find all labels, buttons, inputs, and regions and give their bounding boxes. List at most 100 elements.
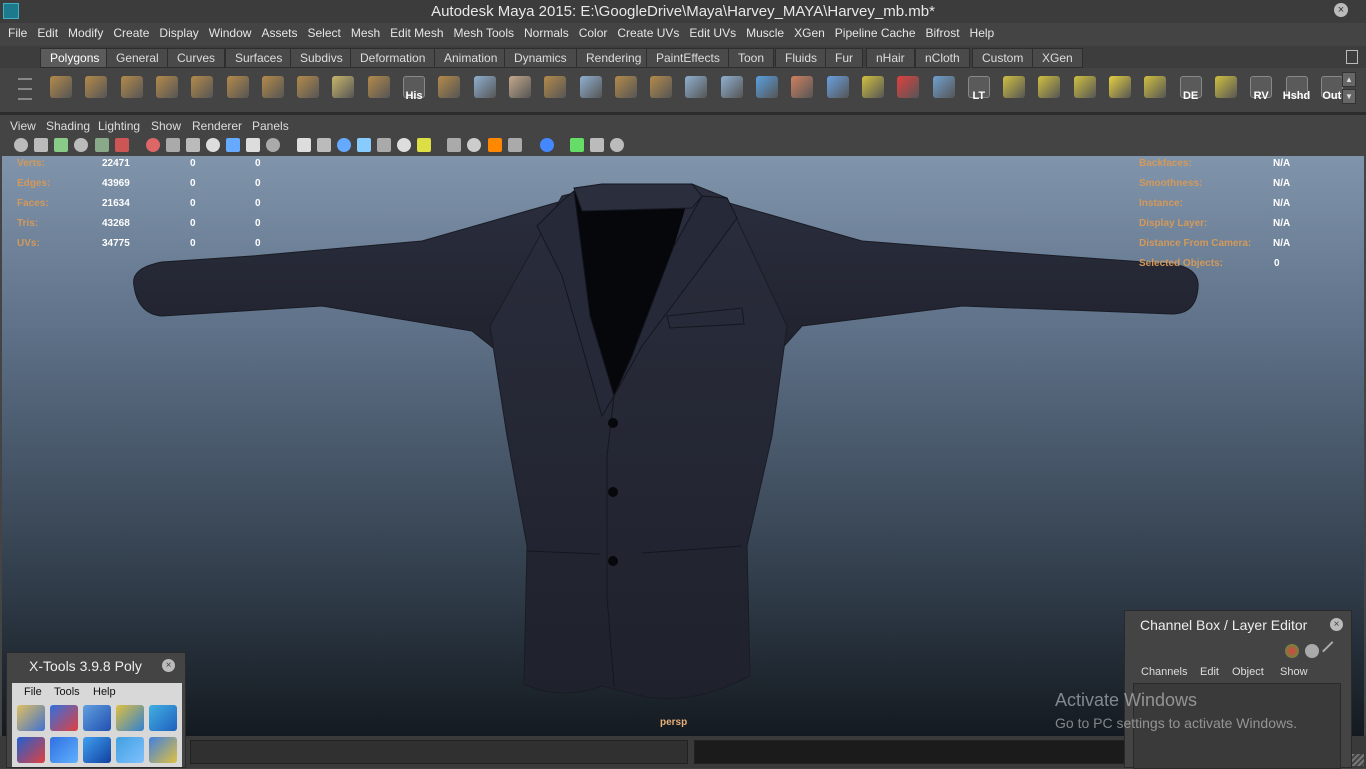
sculpt-icon[interactable] — [752, 72, 782, 102]
shelf-tab-ncloth[interactable]: nCloth — [915, 48, 970, 68]
menu-pipeline-cache[interactable]: Pipeline Cache — [835, 23, 916, 40]
shelf-tab-xgen[interactable]: XGen — [1032, 48, 1083, 68]
viewport-tool-27-icon[interactable] — [590, 138, 604, 152]
uv-layout-icon[interactable] — [1034, 72, 1064, 102]
viewport-tool-1-icon[interactable] — [14, 138, 28, 152]
channel-box-close-button[interactable]: × — [1330, 618, 1343, 631]
shelf-tab-surfaces[interactable]: Surfaces — [225, 48, 292, 68]
xtools-close-button[interactable]: × — [162, 659, 175, 672]
resize-grip[interactable] — [1352, 754, 1364, 766]
shelf-tab-polygons[interactable]: Polygons — [40, 48, 109, 68]
menu-file[interactable]: File — [8, 23, 27, 40]
transfer-icon[interactable] — [929, 72, 959, 102]
menu-xgen[interactable]: XGen — [794, 23, 825, 40]
shelf-options-handle[interactable] — [10, 68, 40, 110]
offset-loop-icon[interactable] — [717, 72, 747, 102]
scroll-down-icon[interactable]: ▼ — [1342, 89, 1356, 104]
de-icon[interactable]: DE — [1176, 72, 1206, 102]
viewport-tool-26-icon[interactable] — [570, 138, 584, 152]
poly-sphere-icon[interactable] — [46, 72, 76, 102]
channel-box-menu-edit[interactable]: Edit — [1200, 666, 1219, 678]
panel-menu-panels[interactable]: Panels — [252, 119, 289, 133]
window-close-button[interactable]: × — [1334, 3, 1348, 17]
xtool-7-icon[interactable] — [50, 737, 78, 763]
shelf-tab-animation[interactable]: Animation — [434, 48, 507, 68]
menu-color[interactable]: Color — [579, 23, 608, 40]
paint-icon[interactable] — [787, 72, 817, 102]
viewport-tool-7-icon[interactable] — [146, 138, 160, 152]
uv-move-icon[interactable] — [1140, 72, 1170, 102]
lattice-icon[interactable] — [823, 72, 853, 102]
menu-create-uvs[interactable]: Create UVs — [617, 23, 679, 40]
menu-bifrost[interactable]: Bifrost — [926, 23, 960, 40]
shelf-tab-custom[interactable]: Custom — [972, 48, 1033, 68]
menu-assets[interactable]: Assets — [261, 23, 297, 40]
menu-window[interactable]: Window — [209, 23, 252, 40]
menu-muscle[interactable]: Muscle — [746, 23, 784, 40]
mel-command-input[interactable] — [190, 740, 688, 764]
shelf-tab-painteffects[interactable]: PaintEffects — [646, 48, 730, 68]
menu-modify[interactable]: Modify — [68, 23, 103, 40]
viewport-tool-23-icon[interactable] — [488, 138, 502, 152]
menu-edit[interactable]: Edit — [37, 23, 58, 40]
xtool-1-icon[interactable] — [17, 705, 45, 731]
poly-pyramid-icon[interactable] — [258, 72, 288, 102]
viewport-tool-10-icon[interactable] — [206, 138, 220, 152]
viewport-tool-12-icon[interactable] — [246, 138, 260, 152]
menu-create[interactable]: Create — [113, 23, 149, 40]
xtool-6-icon[interactable] — [17, 737, 45, 763]
viewport-tool-14-icon[interactable] — [297, 138, 311, 152]
extrude-icon[interactable] — [540, 72, 570, 102]
viewport-tool-11-icon[interactable] — [226, 138, 240, 152]
viewport-tool-6-icon[interactable] — [115, 138, 129, 152]
viewport-tool-4-icon[interactable] — [74, 138, 88, 152]
poly-pipe-icon[interactable] — [293, 72, 323, 102]
history-icon[interactable]: His — [399, 72, 429, 102]
poly-torus-icon[interactable] — [223, 72, 253, 102]
xtool-3-icon[interactable] — [83, 705, 111, 731]
viewport-tool-8-icon[interactable] — [166, 138, 180, 152]
separate-icon[interactable] — [505, 72, 535, 102]
shelf-tab-fur[interactable]: Fur — [825, 48, 863, 68]
panel-menu-view[interactable]: View — [10, 119, 36, 133]
rv-icon[interactable]: RV — [1246, 72, 1276, 102]
panel-menu-renderer[interactable]: Renderer — [192, 119, 242, 133]
poly-cube-icon[interactable] — [81, 72, 111, 102]
shelf-tab-general[interactable]: General — [106, 48, 169, 68]
xtool-9-icon[interactable] — [116, 737, 144, 763]
viewport-tool-20-icon[interactable] — [417, 138, 431, 152]
insert-loop-icon[interactable] — [681, 72, 711, 102]
poly-helix-icon[interactable] — [328, 72, 358, 102]
menu-normals[interactable]: Normals — [524, 23, 569, 40]
channel-box-menu-object[interactable]: Object — [1232, 666, 1264, 678]
shelf-tab-nhair[interactable]: nHair — [866, 48, 915, 68]
menu-edit-uvs[interactable]: Edit UVs — [689, 23, 736, 40]
viewport-tool-5-icon[interactable] — [95, 138, 109, 152]
xtool-2-icon[interactable] — [50, 705, 78, 731]
shelf-tab-curves[interactable]: Curves — [167, 48, 225, 68]
menu-edit-mesh[interactable]: Edit Mesh — [390, 23, 443, 40]
uv-sew-icon[interactable] — [1105, 72, 1135, 102]
xtool-5-icon[interactable] — [149, 705, 177, 731]
viewport-tool-19-icon[interactable] — [397, 138, 411, 152]
menu-display[interactable]: Display — [159, 23, 198, 40]
viewport-tool-16-icon[interactable] — [337, 138, 351, 152]
shelf-tab-subdivs[interactable]: Subdivs — [290, 48, 353, 68]
bridge-icon[interactable] — [576, 72, 606, 102]
viewport-tool-9-icon[interactable] — [186, 138, 200, 152]
panel-menu-shading[interactable]: Shading — [46, 119, 90, 133]
poly-soccer-icon[interactable] — [364, 72, 394, 102]
viewport-tool-15-icon[interactable] — [317, 138, 331, 152]
panel-menu-lighting[interactable]: Lighting — [98, 119, 140, 133]
soft-mod-icon[interactable] — [858, 72, 888, 102]
channel-box-menu-channels[interactable]: Channels — [1141, 666, 1187, 678]
menu-select[interactable]: Select — [307, 23, 340, 40]
xtool-4-icon[interactable] — [116, 705, 144, 731]
viewport-tool-13-icon[interactable] — [266, 138, 280, 152]
shelf-tab-dynamics[interactable]: Dynamics — [504, 48, 577, 68]
viewport-tool-21-icon[interactable] — [447, 138, 461, 152]
extract-cube-icon[interactable] — [470, 72, 500, 102]
lt-icon[interactable]: LT — [964, 72, 994, 102]
viewport-tool-18-icon[interactable] — [377, 138, 391, 152]
viewport-tool-28-icon[interactable] — [610, 138, 624, 152]
